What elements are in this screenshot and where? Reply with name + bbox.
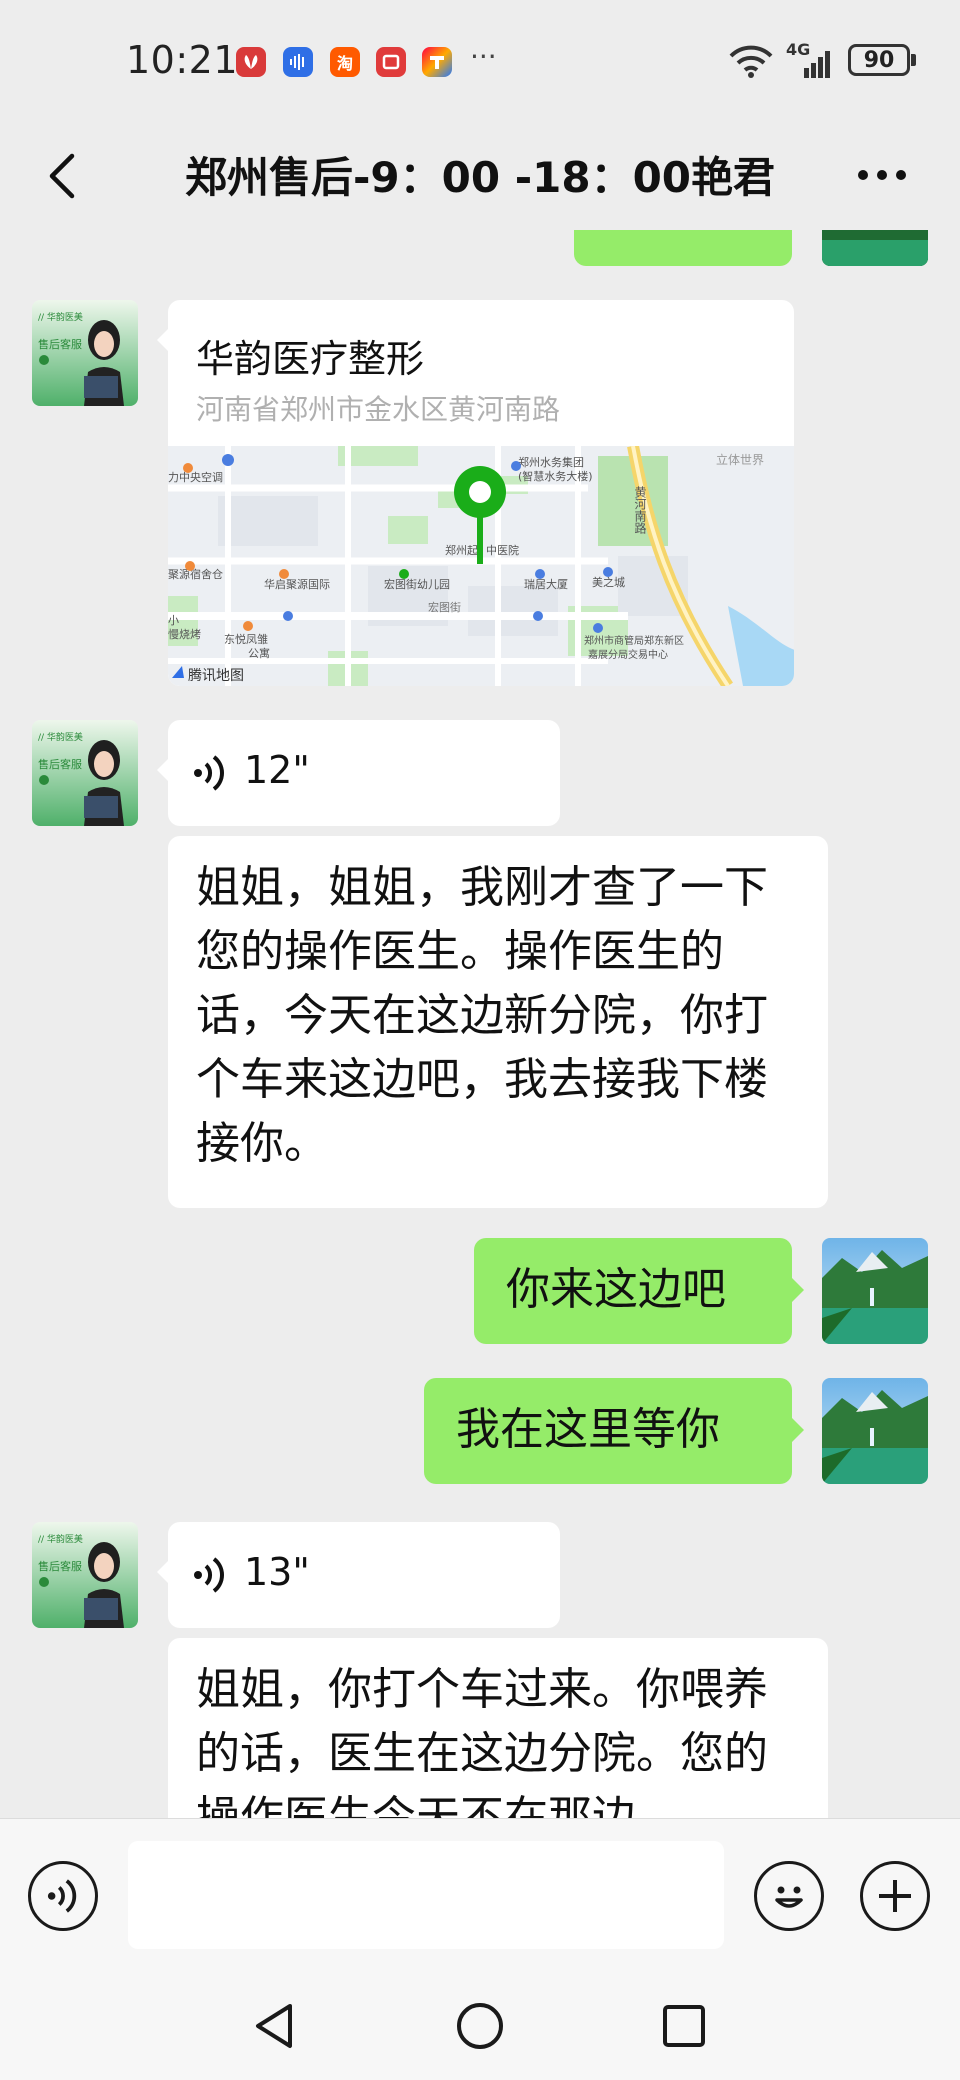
sound-icon	[283, 47, 313, 77]
nav-home-button[interactable]	[452, 1998, 508, 2054]
signal-icon	[804, 51, 830, 78]
location-card[interactable]: 华韵医疗整形 河南省郑州市金水区黄河南路 郑州水务集团 (智慧水务大楼) 立体世…	[168, 300, 794, 686]
my-avatar[interactable]	[822, 230, 928, 266]
chat-header: 郑州售后-9：00 -18：00艳君	[0, 120, 960, 230]
emoji-button[interactable]	[754, 1861, 824, 1931]
huawei-icon	[236, 47, 266, 77]
map-label: 宏图街	[428, 600, 461, 614]
more-functions-button[interactable]	[860, 1861, 930, 1931]
more-options-button[interactable]	[852, 160, 912, 190]
chevron-left-icon	[49, 153, 75, 199]
landscape-avatar-image	[822, 230, 928, 266]
status-bar: 10:21 淘 ··· 4G 90	[0, 0, 960, 120]
map-provider-label: 腾讯地图	[188, 667, 244, 684]
square-recents-icon	[663, 2005, 705, 2047]
customer-service-avatar-image: // 华韵医美 售后客服	[32, 1522, 138, 1628]
colorful-app-icon	[422, 47, 452, 77]
plus-icon	[879, 1880, 911, 1912]
more-notifications-icon: ···	[470, 40, 497, 73]
contact-avatar[interactable]: // 华韵医美 售后客服	[32, 1522, 138, 1628]
landscape-avatar-image	[822, 1378, 928, 1484]
location-map[interactable]: 郑州水务集团 (智慧水务大楼) 立体世界 力中央空调 郑州起 中医院 聚源宿舍仓…	[168, 446, 794, 686]
map-label: 公寓	[248, 646, 270, 660]
customer-service-avatar-image: // 华韵医美 售后客服	[32, 720, 138, 826]
circle-home-icon	[457, 2003, 503, 2049]
battery-indicator: 90	[848, 44, 910, 76]
map-label: 郑州市商管局郑东新区	[584, 634, 684, 647]
voice-message[interactable]: 13"	[168, 1522, 560, 1628]
voice-wave-icon	[194, 755, 224, 791]
input-bar	[0, 1818, 960, 1970]
svg-text:售后客服: 售后客服	[38, 337, 82, 351]
message-text: 我在这里等你	[456, 1404, 720, 1455]
location-name: 华韵医疗整形	[196, 337, 425, 381]
message-text: 姐姐，姐姐，我刚才查了一下您的操作医生。操作医生的话，今天在这边新分院，你打个车…	[196, 862, 768, 1169]
battery-tip	[911, 54, 916, 66]
message-list[interactable]: // 华韵医美 售后客服 华韵医疗整形 河南省郑州市金水区黄河南路 郑州水务集团…	[0, 230, 960, 1818]
map-label: 力中央空调	[168, 470, 223, 484]
voice-duration: 13"	[244, 1550, 310, 1594]
reader-icon	[376, 47, 406, 77]
contact-avatar[interactable]: // 华韵医美 售后客服	[32, 300, 138, 406]
map-label: 慢烧烤	[168, 627, 201, 641]
back-button[interactable]	[36, 148, 86, 204]
landscape-avatar-image	[822, 1238, 928, 1344]
text-message[interactable]: 姐姐，姐姐，我刚才查了一下您的操作医生。操作医生的话，今天在这边新分院，你打个车…	[168, 836, 828, 1208]
map-label: 立体世界	[716, 452, 764, 467]
taobao-icon: 淘	[330, 47, 360, 77]
map-label: 美之城	[592, 575, 625, 589]
svg-text:售后客服: 售后客服	[38, 757, 82, 771]
map-label: 宏图街幼儿园	[384, 577, 450, 591]
voice-wave-icon	[194, 1557, 224, 1593]
chat-title: 郑州售后-9：00 -18：00艳君	[184, 153, 776, 202]
voice-message[interactable]: 12"	[168, 720, 560, 826]
customer-service-avatar-image: // 华韵医美 售后客服	[32, 300, 138, 406]
nav-recents-button[interactable]	[656, 1998, 712, 2054]
bubble-tail	[792, 1278, 804, 1302]
svg-text:// 华韵医美: // 华韵医美	[38, 1533, 83, 1545]
map-label: 东悦凤雏	[224, 632, 268, 646]
smiley-icon	[775, 1886, 803, 1908]
svg-text:// 华韵医美: // 华韵医美	[38, 731, 83, 743]
map-image: 郑州水务集团 (智慧水务大楼) 立体世界 力中央空调 郑州起 中医院 聚源宿舍仓…	[168, 446, 794, 686]
status-time: 10:21	[126, 38, 239, 82]
svg-text:售后客服: 售后客服	[38, 1559, 82, 1573]
system-nav-bar	[0, 1970, 960, 2080]
map-label: 嘉展分局交易中心	[588, 648, 668, 661]
wifi-icon	[729, 45, 773, 78]
message-bubble-mine[interactable]: 你来这边吧	[474, 1238, 792, 1344]
message-text: 你来这边吧	[506, 1264, 726, 1315]
voice-input-button[interactable]	[28, 1861, 98, 1931]
triangle-back-icon	[256, 2004, 292, 2048]
map-label: 中医院	[486, 543, 519, 557]
more-dots-icon	[858, 170, 906, 180]
map-label: 瑞居大厦	[524, 577, 568, 591]
message-text: 姐姐，你打个车过来。你喂养的话，医生在这边分院。您的操作医生今天不在那边	[196, 1664, 768, 1818]
message-bubble-mine-partial[interactable]	[574, 230, 792, 266]
svg-text:// 华韵医美: // 华韵医美	[38, 311, 83, 323]
map-label: 郑州水务集团	[518, 455, 584, 469]
my-avatar[interactable]	[822, 1378, 928, 1484]
map-label: 华启聚源国际	[264, 577, 330, 591]
voice-wave-icon	[47, 1879, 77, 1913]
my-avatar[interactable]	[822, 1238, 928, 1344]
map-label: (智慧水务大楼)	[518, 469, 593, 483]
voice-duration: 12"	[244, 748, 310, 792]
map-label: 黄河南路	[633, 486, 647, 535]
message-input[interactable]	[128, 1841, 724, 1949]
nav-back-button[interactable]	[246, 1998, 302, 2054]
map-label: 郑州起	[445, 543, 478, 557]
text-message[interactable]: 姐姐，你打个车过来。你喂养的话，医生在这边分院。您的操作医生今天不在那边	[168, 1638, 828, 1818]
map-label: 小	[168, 614, 179, 627]
location-address: 河南省郑州市金水区黄河南路	[196, 393, 561, 426]
contact-avatar[interactable]: // 华韵医美 售后客服	[32, 720, 138, 826]
map-label: 聚源宿舍仓	[168, 567, 223, 581]
bubble-tail	[792, 1418, 804, 1442]
message-bubble-mine[interactable]: 我在这里等你	[424, 1378, 792, 1484]
